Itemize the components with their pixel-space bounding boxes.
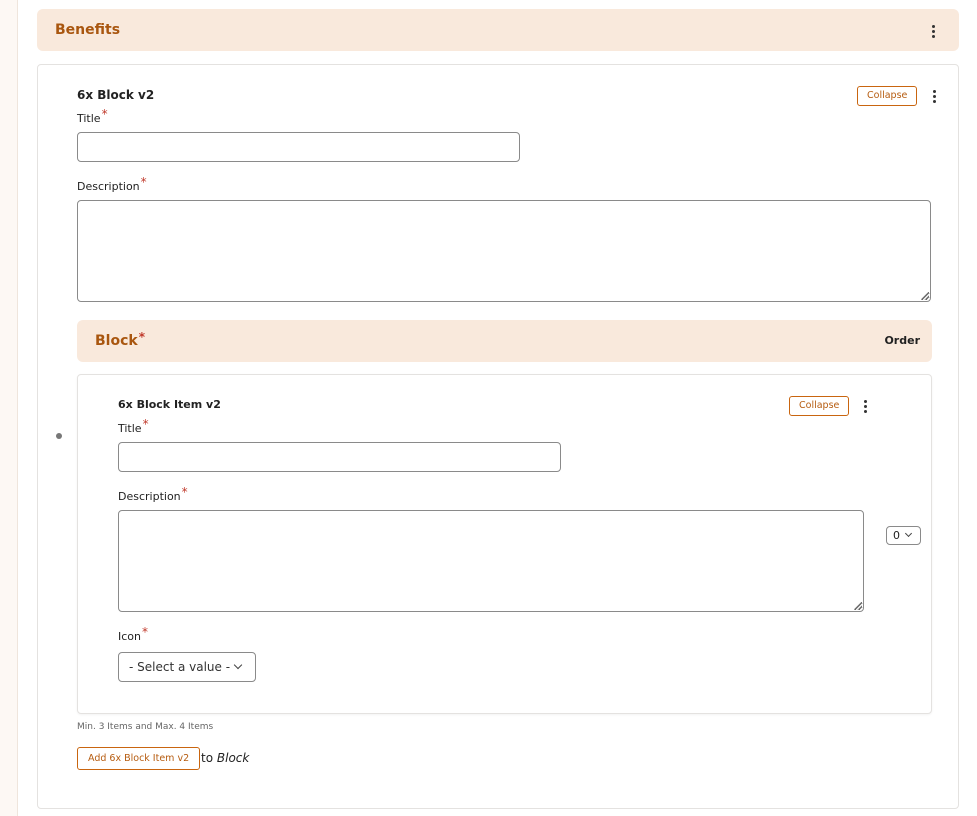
to-target: Block <box>216 751 250 765</box>
weight-select-value: 0 <box>893 529 900 542</box>
icon-select[interactable]: - Select a value - <box>118 652 256 682</box>
drag-handle-icon[interactable] <box>56 433 62 439</box>
block-card: 6x Block v2 Collapse Title* Description*… <box>37 64 959 809</box>
benefits-section-header[interactable]: Benefits <box>37 9 959 51</box>
block-subsection-header: Block* Order <box>77 320 932 362</box>
weight-select[interactable]: 0 <box>886 526 921 545</box>
page: Benefits 6x Block v2 Collapse Title* Des… <box>17 0 977 816</box>
block-title-label-text: Title <box>77 112 101 125</box>
subsection-title: Block* <box>95 330 145 349</box>
item-icon-label-text: Icon <box>118 630 141 643</box>
block-name: 6x Block v2 <box>77 88 155 102</box>
item-description-label-text: Description <box>118 490 181 503</box>
block-description-label-text: Description <box>77 180 140 193</box>
item-menu-icon[interactable] <box>859 398 871 414</box>
add-target-text: to Block <box>201 751 249 765</box>
item-description-label: Description* <box>118 485 188 503</box>
block-item-card: 6x Block Item v2 Collapse Title* Descrip… <box>77 374 932 714</box>
item-title-input[interactable] <box>118 442 561 472</box>
items-limit-help-text: Min. 3 Items and Max. 4 Items <box>77 722 214 732</box>
required-marker: * <box>140 175 147 189</box>
item-collapse-button[interactable]: Collapse <box>789 396 850 416</box>
icon-select-value: - Select a value - <box>129 660 231 674</box>
block-title-label: Title* <box>77 107 108 125</box>
item-title-label-text: Title <box>118 422 142 435</box>
add-block-item-button[interactable]: Add 6x Block Item v2 <box>77 747 201 770</box>
section-menu-icon[interactable] <box>927 23 939 39</box>
to-prefix: to <box>201 751 214 765</box>
block-title-input[interactable] <box>77 132 520 162</box>
item-name: 6x Block Item v2 <box>118 398 221 411</box>
order-button[interactable]: Order <box>884 334 920 347</box>
required-marker: * <box>181 485 188 499</box>
block-description-textarea[interactable] <box>77 200 931 302</box>
subsection-title-text: Block <box>95 333 138 349</box>
block-menu-icon[interactable] <box>928 88 940 104</box>
block-description-label: Description* <box>77 175 147 193</box>
required-marker: * <box>142 417 149 431</box>
chevron-down-icon <box>904 529 913 538</box>
required-marker: * <box>138 330 145 344</box>
item-title-label: Title* <box>118 417 149 435</box>
block-collapse-button[interactable]: Collapse <box>857 86 918 106</box>
item-description-textarea[interactable] <box>118 510 864 612</box>
item-icon-label: Icon* <box>118 625 148 643</box>
required-marker: * <box>101 107 108 121</box>
section-title: Benefits <box>55 22 121 38</box>
chevron-down-icon <box>233 660 243 670</box>
required-marker: * <box>142 625 148 639</box>
